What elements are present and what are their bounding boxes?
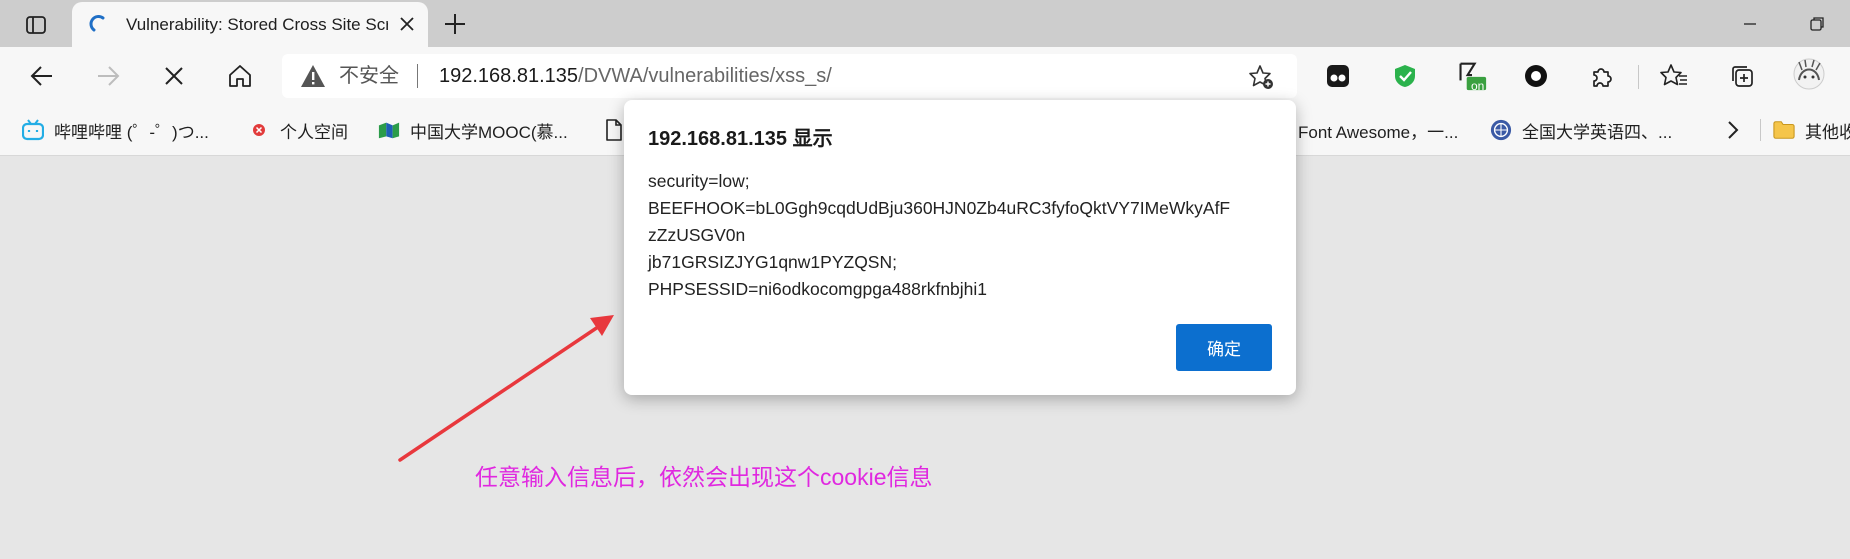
bookmark-label: Font Awesome，一...: [1298, 122, 1459, 142]
bookmark-bilibili[interactable]: 哔哩哔哩 (゜-゜)つ...: [22, 105, 209, 155]
tab-actions-icon: [26, 16, 46, 34]
annotation-text: 任意输入信息后，依然会出现这个cookie信息: [475, 464, 933, 490]
collections-icon: [1732, 66, 1753, 87]
address-separator: [417, 64, 418, 88]
home-icon: [229, 65, 251, 87]
chevron-right-icon: [1728, 121, 1739, 139]
bookmark-label: 个人空间: [280, 122, 348, 142]
bookmark-cet[interactable]: 全国大学英语四、...: [1490, 105, 1672, 155]
plus-icon: [445, 14, 465, 34]
shield-icon: [1395, 65, 1415, 87]
forward-button[interactable]: [91, 59, 125, 93]
extensions-button[interactable]: [1587, 61, 1617, 91]
bookmarks-separator: [1760, 119, 1761, 141]
ok-button[interactable]: 确定: [1176, 324, 1272, 371]
restore-icon: [1810, 17, 1824, 31]
ring-icon: [1525, 65, 1547, 87]
url-host: 192.168.81.135: [439, 65, 579, 87]
bookmark-label: 其他收藏夹: [1805, 122, 1850, 142]
bilibili-icon: [22, 119, 44, 141]
warning-icon[interactable]: [300, 64, 326, 88]
restore-button[interactable]: [1797, 8, 1837, 40]
bookmark-other-folder[interactable]: 其他收藏夹: [1773, 105, 1850, 155]
avatar: [1793, 58, 1825, 90]
folder-icon: [1773, 119, 1795, 141]
dialog-message-line: jb71GRSIZJYG1qnw1PYZQSN;: [648, 252, 897, 272]
close-icon: [400, 17, 414, 31]
tampermonkey-icon: [1327, 65, 1349, 87]
globe-emblem-icon: [1490, 119, 1512, 141]
dialog-message-line: security=low;: [648, 171, 750, 191]
bookmark-label: 全国大学英语四、...: [1522, 122, 1673, 142]
tab-actions-button[interactable]: [16, 9, 56, 41]
mooc-icon: [378, 119, 400, 141]
navigation-bar: 不安全 192.168.81.135/DVWA/vulnerabilities/…: [0, 47, 1850, 105]
stop-button[interactable]: [157, 59, 191, 93]
address-bar[interactable]: 不安全 192.168.81.135/DVWA/vulnerabilities/…: [282, 54, 1297, 98]
favorites-button[interactable]: [1659, 61, 1689, 91]
dialog-title: 192.168.81.135 显示: [648, 128, 833, 150]
minimize-icon: [1744, 23, 1756, 25]
dialog-message-line: zZzUSGV0n: [648, 225, 746, 245]
profile-button[interactable]: [1792, 57, 1826, 91]
bookmark-label: 中国大学MOOC(慕...: [410, 122, 568, 142]
extension-circle-button[interactable]: [1521, 61, 1551, 91]
bookmarks-overflow-button[interactable]: [1720, 117, 1746, 143]
extension-shield-button[interactable]: [1390, 61, 1420, 91]
bookmark-label: 哔哩哔哩 (゜-゜)つ...: [54, 122, 209, 142]
alert-dialog: 192.168.81.135 显示 security=low; BEEFHOOK…: [624, 100, 1296, 395]
loading-spinner-icon: [89, 15, 105, 32]
minimize-button[interactable]: [1730, 8, 1770, 40]
back-button[interactable]: [25, 59, 59, 93]
close-tab-button[interactable]: [395, 12, 419, 36]
dialog-message: security=low; BEEFHOOK=bL0Ggh9cqdUdBju36…: [648, 168, 1268, 303]
new-tab-button[interactable]: [440, 9, 470, 39]
favorites-list-icon: [1660, 64, 1687, 86]
home-button[interactable]: [223, 59, 257, 93]
add-favorite-icon[interactable]: [1248, 64, 1274, 90]
url-path: /DVWA/vulnerabilities/xss_s/: [578, 65, 832, 87]
extension-tampermonkey-button[interactable]: [1323, 61, 1353, 91]
dialog-message-line: PHPSESSID=ni6odkocomgpga488rkfnbjhi1: [648, 279, 988, 299]
arrow-left-icon: [30, 66, 52, 86]
stop-icon: [165, 67, 183, 85]
dialog-message-line: BEEFHOOK=bL0Ggh9cqdUdBju360HJN0Zb4uRC3fy…: [648, 198, 1231, 218]
tab-title: Vulnerability: Stored Cross Site Scripti…: [126, 15, 388, 34]
puzzle-icon: [1593, 68, 1612, 87]
extension-toggle-button[interactable]: on: [1457, 61, 1487, 93]
extension-badge: on: [1471, 79, 1485, 93]
toolbar-separator: [1638, 65, 1639, 89]
active-tab[interactable]: Vulnerability: Stored Cross Site Scripti…: [72, 2, 428, 48]
bookmark-mooc[interactable]: 中国大学MOOC(慕...: [378, 105, 568, 155]
red-circle-icon: [248, 119, 270, 141]
url-text[interactable]: 192.168.81.135/DVWA/vulnerabilities/xss_…: [439, 54, 832, 98]
page-icon: [603, 119, 625, 141]
tab-strip: Vulnerability: Stored Cross Site Scripti…: [0, 0, 1850, 48]
arrow-right-icon: [98, 66, 120, 86]
bookmark-font-awesome[interactable]: Font Awesome，一...: [1298, 105, 1458, 155]
collections-button[interactable]: [1727, 61, 1757, 91]
bookmark-personal-space[interactable]: 个人空间: [248, 105, 348, 155]
security-status-label[interactable]: 不安全: [339, 54, 399, 98]
